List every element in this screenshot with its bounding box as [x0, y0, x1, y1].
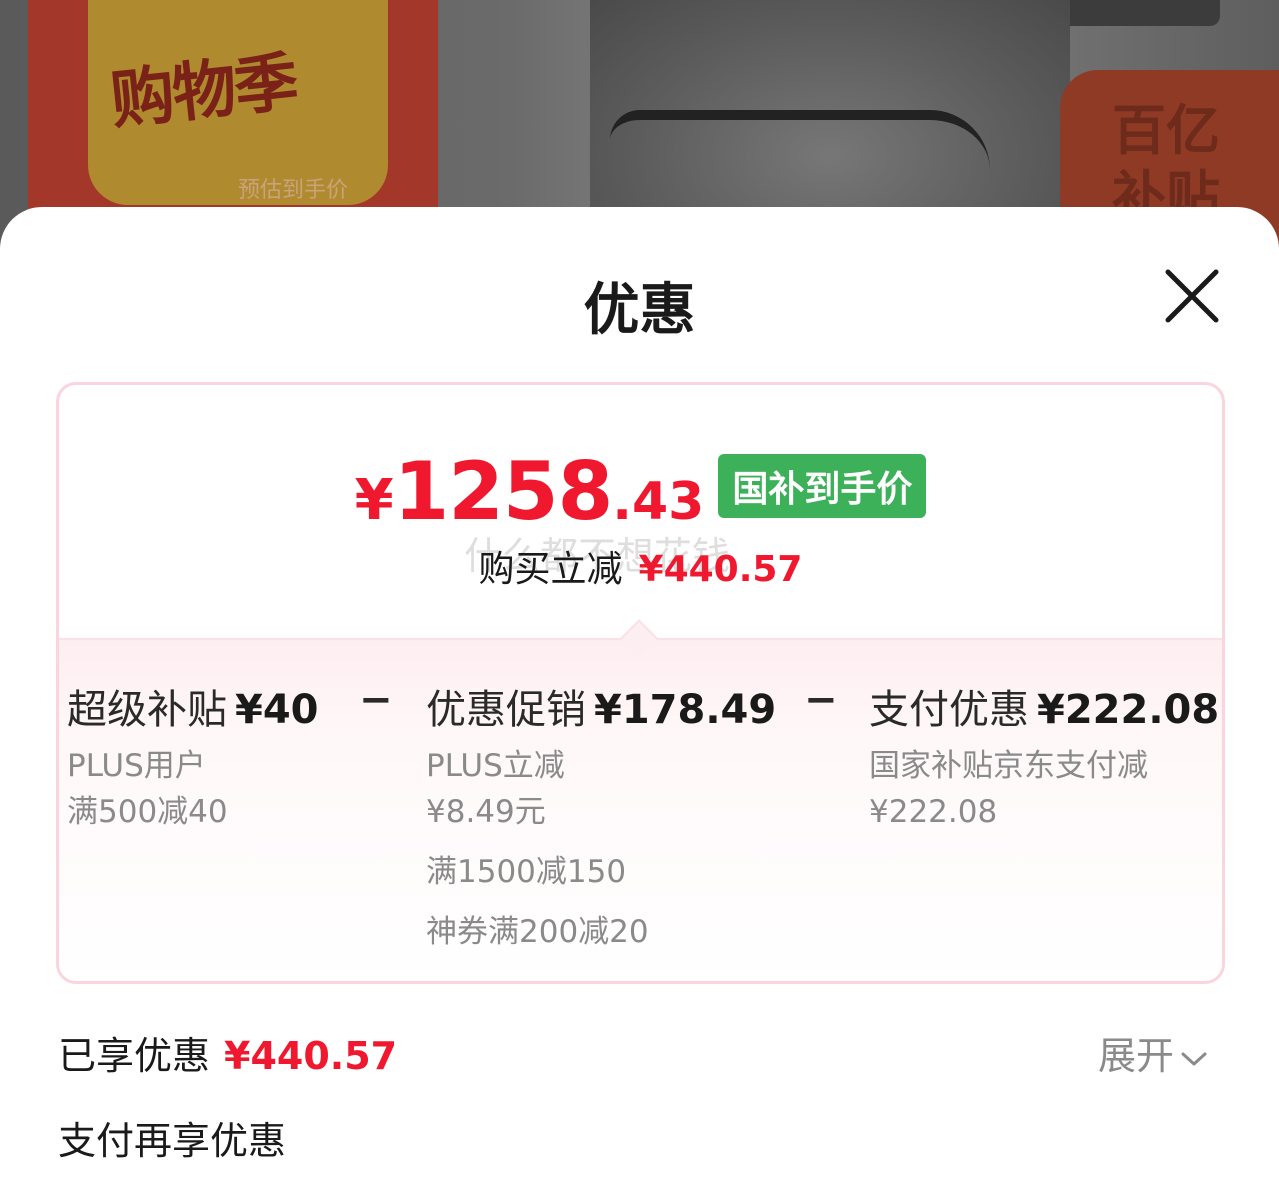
payment-discount-title: 支付优惠: [869, 687, 1029, 733]
expand-label: 展开: [1098, 1034, 1175, 1078]
payment-discount-line: 国家补贴京东支付减: [869, 748, 1148, 784]
promotion-title-row: 优惠促销 ¥178.49: [426, 677, 776, 735]
payment-discount-column: 支付优惠 ¥222.08 国家补贴京东支付减 ¥222.08: [869, 677, 1219, 835]
super-subsidy-amount: ¥40: [235, 687, 319, 733]
enjoyed-discount-label: 已享优惠: [58, 1034, 211, 1078]
instant-reduction-value: ¥440.57: [638, 549, 803, 590]
price-decimal: .43: [612, 472, 705, 532]
promotion-line: PLUS立减: [426, 748, 565, 784]
super-subsidy-line: PLUS用户: [67, 748, 206, 784]
pay-more-discount-row[interactable]: 支付再享优惠: [58, 1110, 286, 1165]
close-icon: [1165, 269, 1219, 323]
promotion-column: 优惠促销 ¥178.49 PLUS立减 ¥8.49元 满1500减150 神券满2…: [426, 677, 776, 955]
discount-sheet: 优惠 ¥1258.43 国补到手价 什么都不想花钱 购买立减 ¥440.57 超级补…: [0, 207, 1279, 1199]
expand-button[interactable]: 展开: [1098, 1025, 1208, 1080]
payment-discount-line: ¥222.08: [869, 794, 998, 830]
super-subsidy-title-row: 超级补贴 ¥40: [67, 677, 319, 735]
gov-subsidy-tag: 国补到手价: [718, 453, 927, 518]
super-subsidy-column: 超级补贴 ¥40 PLUS用户 满500减40: [67, 677, 319, 835]
promotion-title: 优惠促销: [426, 687, 586, 733]
super-subsidy-title: 超级补贴: [67, 687, 227, 733]
promo-title: 购物季: [107, 45, 300, 139]
minus-sign: −: [359, 677, 393, 723]
instant-reduction-row: 购买立减 ¥440.57: [59, 540, 1222, 592]
product-glasses-shape: [610, 110, 990, 190]
price-breakdown-card: ¥1258.43 国补到手价 什么都不想花钱 购买立减 ¥440.57 超级补贴 ¥4…: [56, 382, 1225, 984]
chevron-down-icon: [1181, 1052, 1207, 1065]
promotion-amount: ¥178.49: [594, 687, 777, 733]
promo-subtitle: 预估到手价: [238, 178, 349, 203]
promotion-line: 满1500减150: [426, 854, 627, 890]
enjoyed-discount-row: 已享优惠 ¥440.57: [58, 1025, 397, 1080]
instant-reduction-label: 购买立减: [478, 549, 623, 590]
promotion-line: ¥8.49元: [426, 794, 546, 830]
promotion-line: 神券满200减20: [426, 914, 649, 950]
currency-symbol: ¥: [354, 468, 394, 533]
sheet-title: 优惠: [583, 278, 696, 343]
minus-sign: −: [804, 677, 838, 723]
payment-discount-title-row: 支付优惠 ¥222.08: [869, 677, 1219, 735]
close-button[interactable]: [1158, 262, 1226, 330]
payment-discount-amount: ¥222.08: [1037, 687, 1220, 733]
super-subsidy-line: 满500减40: [67, 794, 228, 830]
enjoyed-discount-value: ¥440.57: [224, 1034, 398, 1078]
